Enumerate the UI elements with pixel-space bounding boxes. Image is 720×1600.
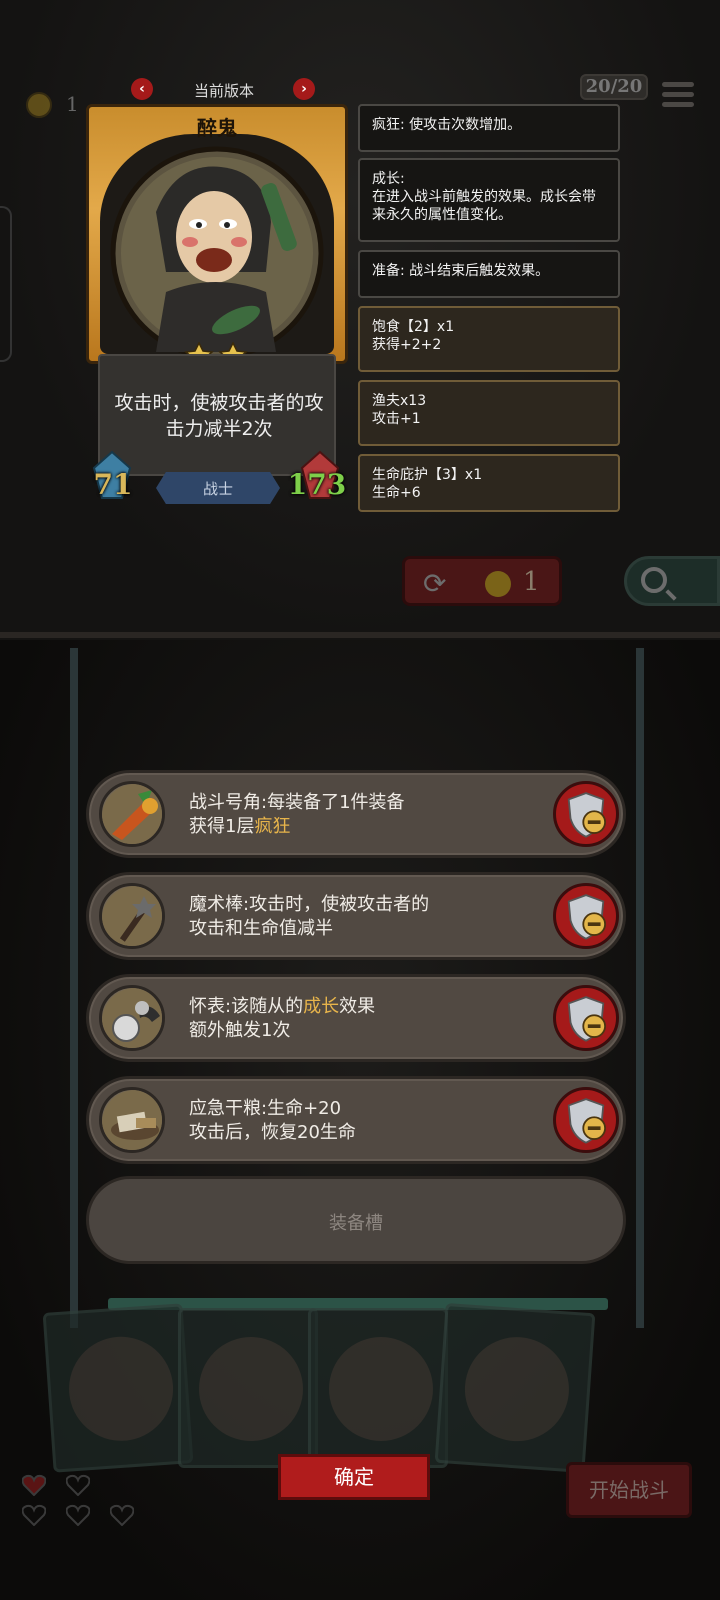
ration-icon xyxy=(99,1087,165,1153)
equipment-row[interactable]: 怀表:该随从的成长效果 额外触发1次 xyxy=(86,974,626,1062)
unequip-button[interactable] xyxy=(553,985,619,1051)
reroll-button[interactable]: ⟳ 1 xyxy=(402,556,562,606)
magic-wand-icon xyxy=(99,883,165,949)
equipment-row[interactable]: 应急干粮:生命+20 攻击后，恢复20生命 xyxy=(86,1076,626,1164)
version-prev-button[interactable]: ‹ xyxy=(131,78,153,100)
coin-icon xyxy=(26,92,52,118)
tooltip-prepare: 准备: 战斗结束后触发效果。 xyxy=(358,250,620,298)
equipment-slot-label: 装备槽 xyxy=(329,1213,383,1234)
turn-counter: 20/20 xyxy=(580,74,648,100)
confirm-button[interactable]: 确定 xyxy=(278,1454,430,1500)
bench-card[interactable] xyxy=(178,1308,318,1468)
menu-icon[interactable] xyxy=(662,82,694,112)
heart-icon xyxy=(66,1504,90,1526)
heart-icon xyxy=(110,1504,134,1526)
panel-frame-right xyxy=(636,648,644,1328)
equipment-description: 怀表:该随从的成长效果 额外触发1次 xyxy=(189,996,376,1041)
reroll-cost: 1 xyxy=(523,567,540,597)
panel-divider xyxy=(0,632,720,638)
version-label: 当前版本 xyxy=(193,82,254,100)
shield-minus-icon xyxy=(567,996,606,1042)
refresh-icon: ⟳ xyxy=(423,567,447,600)
side-tab xyxy=(0,206,12,362)
heart-icon xyxy=(66,1474,90,1496)
coin-count: 1 xyxy=(66,92,79,116)
equipment-description: 战斗号角:每装备了1件装备 获得1层疯狂 xyxy=(189,792,405,837)
coin-icon xyxy=(485,571,511,597)
shield-minus-icon xyxy=(567,894,606,940)
bench-card[interactable] xyxy=(42,1303,194,1473)
battle-horn-icon xyxy=(99,781,165,847)
heart-icon xyxy=(22,1504,46,1526)
hero-attack: 71 xyxy=(93,468,133,501)
tooltip-growth: 成长: 在进入战斗前触发的效果。成长会带来永久的属性值变化。 xyxy=(358,158,620,242)
search-icon xyxy=(641,567,667,593)
tooltip-frenzy: 疯狂: 使攻击次数增加。 xyxy=(358,104,620,152)
hero-ability-text: 攻击时，使被攻击者的攻击力减半2次 xyxy=(114,392,324,440)
equipment-row[interactable]: 魔术棒:攻击时，使被攻击者的 攻击和生命值减半 xyxy=(86,872,626,960)
hero-class: 战士 xyxy=(202,480,233,498)
start-battle-button[interactable]: 开始战斗 xyxy=(566,1462,692,1518)
hero-portrait xyxy=(110,146,324,360)
unequip-button[interactable] xyxy=(553,1087,619,1153)
shield-minus-icon xyxy=(567,792,606,838)
hero-name: 醉鬼 xyxy=(197,116,237,140)
bench-card[interactable] xyxy=(434,1302,596,1474)
shield-minus-icon xyxy=(567,1098,606,1144)
equipment-description: 应急干粮:生命+20 攻击后，恢复20生命 xyxy=(189,1098,356,1143)
pocket-watch-icon xyxy=(99,985,165,1051)
buff-life-shelter: 生命庇护【3】x1 生命+6 xyxy=(358,454,620,512)
bench-card[interactable] xyxy=(308,1308,448,1468)
hero-health: 173 xyxy=(287,468,347,501)
equipment-description: 魔术棒:攻击时，使被攻击者的 攻击和生命值减半 xyxy=(189,894,430,939)
unequip-button[interactable] xyxy=(553,781,619,847)
equipment-slot[interactable]: 装备槽 xyxy=(86,1176,626,1264)
hero-card: 醉鬼 攻击时，使被攻击者的攻击力减半2次 71 173 战士 xyxy=(86,104,348,514)
panel-frame-left xyxy=(70,648,78,1328)
search-button[interactable] xyxy=(624,556,720,606)
buff-satiated: 饱食【2】x1 获得+2+2 xyxy=(358,306,620,372)
unequip-button[interactable] xyxy=(553,883,619,949)
version-next-button[interactable]: › xyxy=(293,78,315,100)
equipment-row[interactable]: 战斗号角:每装备了1件装备 获得1层疯狂 xyxy=(86,770,626,858)
heart-icon xyxy=(22,1474,46,1496)
buff-fisherman: 渔夫x13 攻击+1 xyxy=(358,380,620,446)
